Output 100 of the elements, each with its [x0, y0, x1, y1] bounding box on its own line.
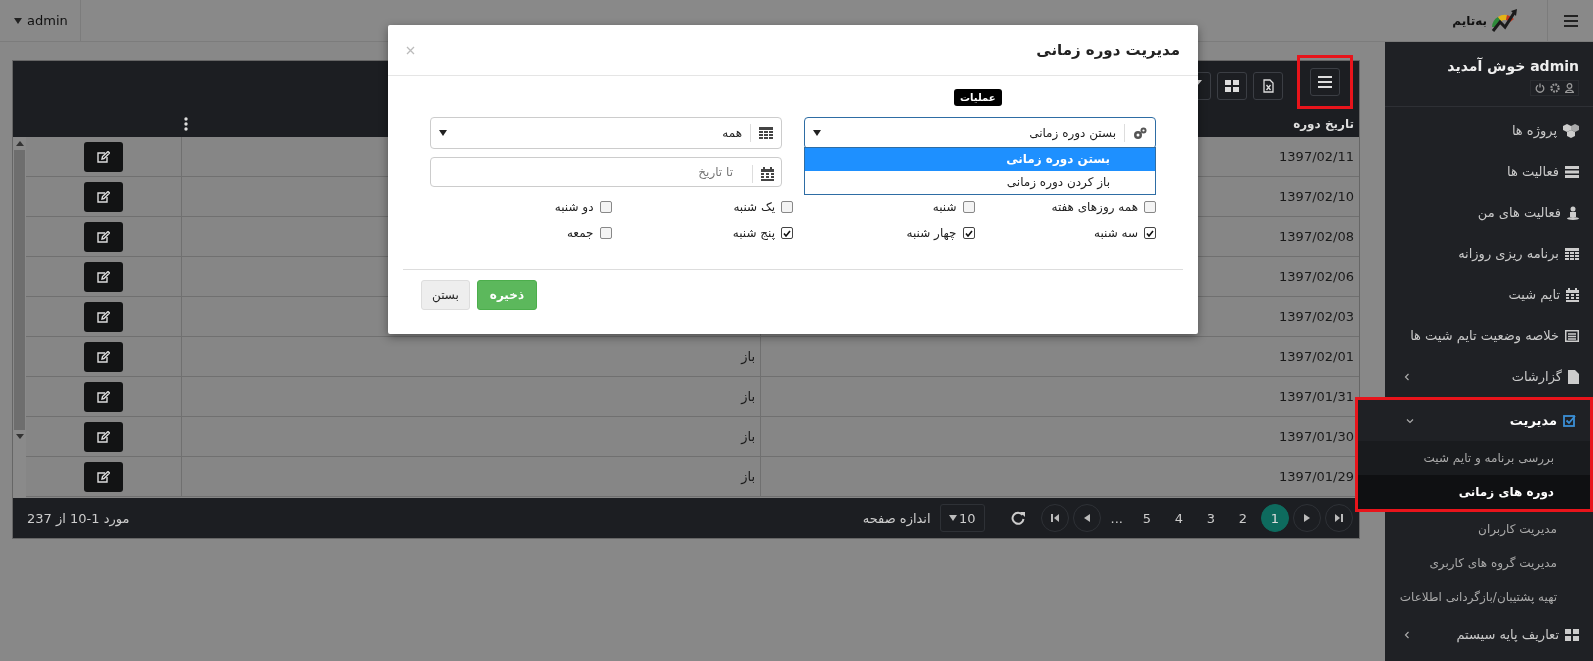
edit-icon — [97, 230, 110, 243]
sidebar-item[interactable]: پروژه ها — [1385, 110, 1593, 151]
dialog-title: مدیریت دوره زمانی — [1036, 41, 1180, 59]
edit-icon — [97, 350, 110, 363]
day-checkbox[interactable]: همه روزهای هفته — [1051, 200, 1156, 214]
edit-icon — [97, 310, 110, 323]
sidebar-item[interactable]: فعالیت ها — [1385, 151, 1593, 192]
scrollbar-thumb[interactable] — [14, 150, 25, 430]
page-size-select[interactable]: 10 — [939, 504, 985, 532]
edit-icon — [97, 270, 110, 283]
edit-button[interactable] — [84, 381, 123, 412]
sidebar-item[interactable]: فعالیت های من — [1385, 192, 1593, 233]
menu-icon — [1563, 14, 1578, 27]
page-button[interactable]: 2 — [1229, 504, 1257, 532]
page-button[interactable]: 1 — [1261, 504, 1289, 532]
day-checkbox[interactable]: یک شنبه — [733, 200, 793, 214]
sidebar-subitem[interactable]: مدیریت کاربران — [1385, 512, 1593, 546]
edit-button[interactable] — [84, 221, 123, 252]
checkbox-icon — [1563, 414, 1576, 427]
sidebar-subitem[interactable]: مدیریت گروه های کاربری — [1385, 546, 1593, 580]
edit-icon — [97, 390, 110, 403]
scrollbar[interactable] — [13, 137, 26, 498]
sidebar-item[interactable]: مدیریت — [1358, 400, 1590, 441]
power-icon — [1535, 83, 1545, 93]
first-page-icon — [1050, 514, 1059, 522]
day-checkbox[interactable]: سه شنبه — [1093, 226, 1156, 240]
table-icon — [759, 127, 773, 139]
table-icon — [1565, 247, 1579, 260]
sidebar-item[interactable]: برنامه ریزی روزانه — [1385, 233, 1593, 274]
user-menu[interactable]: admin — [0, 0, 81, 41]
cubes-icon — [1563, 123, 1579, 138]
day-checkbox[interactable]: دو شنبه — [554, 200, 612, 214]
edit-button[interactable] — [84, 341, 123, 372]
refresh-icon — [1010, 511, 1025, 525]
day-checkbox[interactable]: جمعه — [566, 226, 612, 240]
table-cell: باز — [181, 337, 761, 376]
person-icon — [1567, 205, 1579, 220]
gears-icon — [1133, 126, 1147, 140]
close-icon — [406, 45, 415, 55]
calendar-icon — [761, 167, 774, 181]
layout-button[interactable] — [1217, 72, 1247, 100]
operation-select[interactable]: بستن دوره زمانی — [804, 117, 1156, 149]
caret-icon — [948, 515, 957, 521]
scroll-up-icon — [15, 141, 24, 146]
date-text: 1397/01/30 — [1279, 429, 1354, 444]
day-checkbox[interactable]: پنج شنبه — [732, 226, 793, 240]
date-text: 1397/02/11 — [1279, 149, 1354, 164]
edit-icon — [97, 430, 110, 443]
menu-icon — [1318, 76, 1332, 88]
sidebar-subitem[interactable]: بررسی برنامه و تایم شیت — [1358, 441, 1590, 475]
sidebar-item[interactable]: تعاریف پایه سیستم — [1385, 614, 1593, 655]
grid-icon — [1225, 80, 1239, 92]
sidebar-subitem[interactable]: تهیه پشتیبان/بازگردانی اطلاعات — [1385, 580, 1593, 614]
date-text: 1397/02/08 — [1279, 229, 1354, 244]
close-button[interactable]: بستن — [421, 280, 470, 310]
page-button[interactable]: 4 — [1165, 504, 1193, 532]
table-cell: باز — [181, 457, 761, 496]
dropdown-option[interactable]: باز کردن دوره زمانی — [805, 171, 1155, 194]
sidebar-item[interactable]: گزارشات — [1385, 356, 1593, 397]
date-text: 1397/02/10 — [1279, 189, 1354, 204]
sidebar-item[interactable]: تایم شیت — [1385, 274, 1593, 315]
last-page-icon — [1335, 514, 1343, 522]
day-checkbox[interactable]: چهار شنبه — [906, 226, 975, 240]
page-button[interactable]: 5 — [1133, 504, 1161, 532]
kebab-icon — [184, 117, 188, 131]
edit-button[interactable] — [84, 181, 123, 212]
refresh-button[interactable] — [1010, 511, 1025, 525]
edit-button[interactable] — [84, 261, 123, 292]
page-size-label: اندازه صفحه — [862, 510, 931, 526]
edit-icon — [97, 470, 110, 483]
settings-icon — [1550, 83, 1560, 93]
calendar-icon — [1566, 287, 1579, 302]
menu-button[interactable] — [1310, 68, 1340, 96]
edit-button[interactable] — [84, 421, 123, 452]
check-icon — [964, 229, 973, 237]
edit-button[interactable] — [84, 141, 123, 172]
caret-icon — [14, 17, 22, 24]
filter-select[interactable]: همه — [430, 117, 782, 149]
tooltip: عملیات — [954, 89, 1002, 106]
user-icon — [1565, 83, 1574, 93]
list-icon — [1565, 329, 1579, 342]
sidebar-subitem[interactable]: دوره های زمانی — [1358, 475, 1590, 509]
date-text: 1397/02/01 — [1279, 349, 1354, 364]
date-text: 1397/02/06 — [1279, 269, 1354, 284]
day-checkbox[interactable]: شنبه — [932, 200, 975, 214]
edit-button[interactable] — [84, 461, 123, 492]
spreadsheet-file-icon — [1262, 79, 1274, 93]
date-text: 1397/01/29 — [1279, 469, 1354, 484]
edit-icon — [97, 190, 110, 203]
date-field[interactable]: تا تاریخ — [430, 157, 782, 187]
previous-page-icon — [1083, 514, 1090, 522]
edit-button[interactable] — [84, 301, 123, 332]
page-button[interactable]: 3 — [1197, 504, 1225, 532]
sidebar-item[interactable]: خلاصه وضعیت تایم شیت ها — [1385, 315, 1593, 356]
file-icon — [1568, 369, 1579, 384]
list-icon — [1565, 165, 1579, 178]
pager-summary: مورد 1-10 از 237 — [26, 510, 130, 526]
welcome-text: admin خوش آمدید — [1446, 58, 1579, 74]
export-button[interactable] — [1253, 72, 1283, 100]
date-text: 1397/01/31 — [1279, 389, 1354, 404]
